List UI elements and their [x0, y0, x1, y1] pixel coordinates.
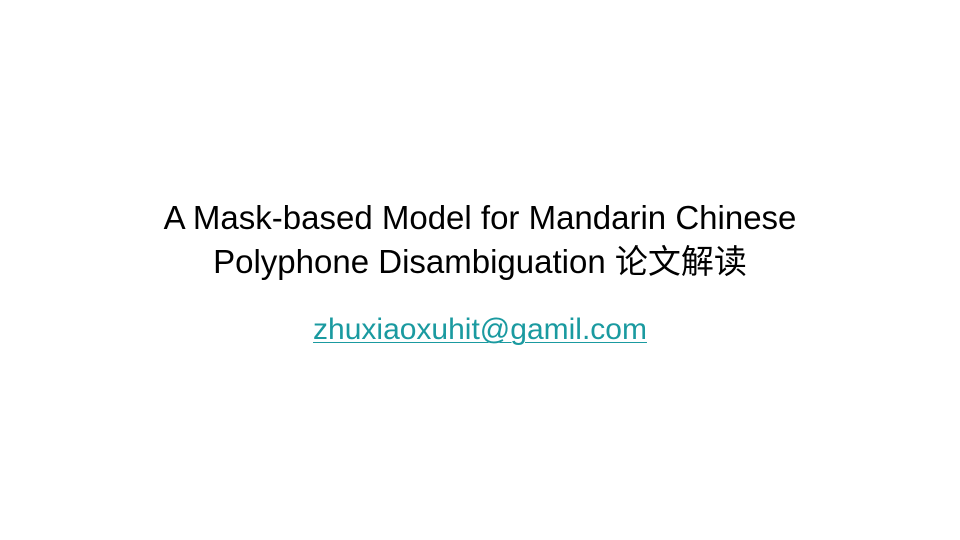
slide: A Mask-based Model for Mandarin Chinese …	[0, 0, 960, 540]
email-link[interactable]: zhuxiaoxuhit@gamil.com	[313, 313, 647, 346]
title-line-1: A Mask-based Model for Mandarin Chinese	[163, 199, 797, 236]
title-line-2: Polyphone Disambiguation 论文解读	[213, 243, 747, 280]
email-container: zhuxiaoxuhit@gamil.com	[0, 310, 960, 350]
slide-title: A Mask-based Model for Mandarin Chinese …	[0, 196, 960, 284]
